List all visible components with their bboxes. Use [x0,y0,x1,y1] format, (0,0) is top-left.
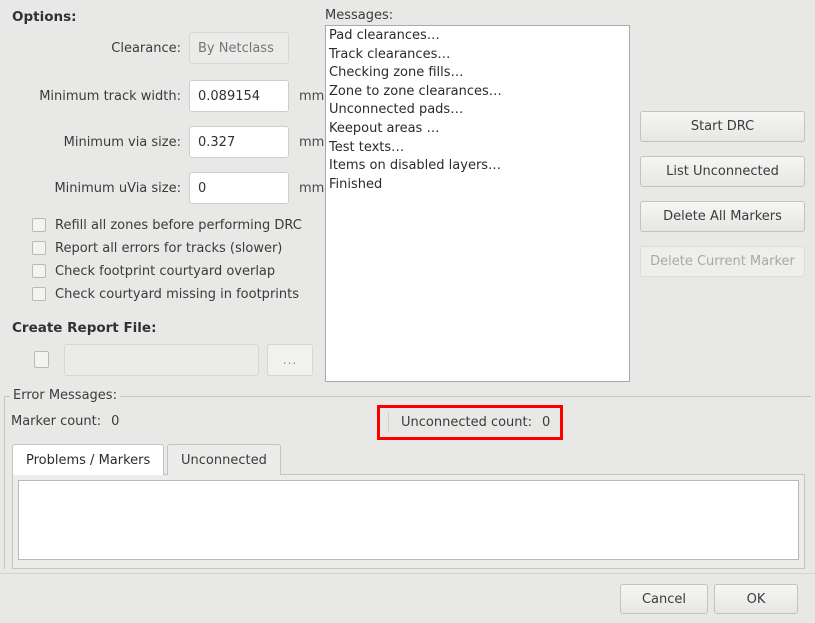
message-line: Track clearances… [329,46,451,62]
checkbox-courtyard-overlap-box[interactable] [32,264,46,278]
checkbox-refill-zones-label: Refill all zones before performing DRC [55,217,302,233]
clearance-input [189,32,289,64]
min-track-width-input[interactable] [189,80,289,112]
min-via-size-input[interactable] [189,126,289,158]
min-via-size-unit: mm [299,134,325,150]
error-messages-group-label: Error Messages: [10,388,120,403]
tab-problems-markers-label: Problems / Markers [26,452,151,468]
checkbox-courtyard-missing-box[interactable] [32,287,46,301]
checkbox-courtyard-missing[interactable]: Check courtyard missing in footprints [32,284,299,304]
min-via-size-label: Minimum via size: [63,134,181,150]
min-track-width-unit: mm [299,88,325,104]
checkbox-report-all-errors[interactable]: Report all errors for tracks (slower) [32,238,282,258]
checkbox-courtyard-overlap[interactable]: Check footprint courtyard overlap [32,261,275,281]
message-line: Zone to zone clearances… [329,83,502,99]
ellipsis-icon: ... [282,353,298,367]
list-unconnected-button-label: List Unconnected [666,164,779,179]
delete-current-marker-button: Delete Current Marker [640,246,805,277]
message-line: Finished [329,176,383,192]
marker-count-label: Marker count: [11,414,102,429]
marker-count-value: 0 [111,414,120,429]
tab-panel [12,474,805,569]
marker-count: Marker count: 0 [11,414,119,429]
message-line: Test texts… [329,139,405,155]
bottom-separator [0,573,815,574]
cancel-button[interactable]: Cancel [620,584,708,614]
unconnected-count-value: 0 [542,415,551,430]
checkbox-refill-zones[interactable]: Refill all zones before performing DRC [32,215,302,235]
start-drc-button[interactable]: Start DRC [640,111,805,142]
unconnected-count: Unconnected count: 0 [388,411,550,434]
delete-current-marker-button-label: Delete Current Marker [650,254,795,269]
min-via-size-row: Minimum via size: mm [0,126,330,158]
options-heading: Options: [12,9,77,25]
create-report-file-checkbox[interactable] [34,351,49,368]
vertical-separator [388,412,389,433]
checkbox-courtyard-missing-label: Check courtyard missing in footprints [55,286,300,302]
checkbox-refill-zones-box[interactable] [32,218,46,232]
error-messages-tabstrip: Problems / Markers Unconnected [12,444,805,475]
cancel-button-label: Cancel [641,591,687,607]
start-drc-button-label: Start DRC [690,119,755,134]
problems-markers-listview[interactable] [18,480,799,560]
report-file-path-input [64,344,259,376]
delete-all-markers-button-label: Delete All Markers [663,209,782,224]
tab-unconnected[interactable]: Unconnected [167,444,281,475]
messages-listbox[interactable]: Pad clearances… Track clearances… Checki… [325,25,630,382]
checkbox-report-all-errors-box[interactable] [32,241,46,255]
message-line: Pad clearances… [329,28,440,43]
unconnected-count-label: Unconnected count: [401,415,533,430]
tab-unconnected-label: Unconnected [181,452,267,468]
browse-report-file-button[interactable]: ... [267,344,313,376]
min-uvia-size-label: Minimum uVia size: [54,180,181,196]
message-line: Unconnected pads… [329,102,464,118]
list-unconnected-button[interactable]: List Unconnected [640,156,805,187]
delete-all-markers-button[interactable]: Delete All Markers [640,201,805,232]
message-line: Keepout areas … [329,120,440,136]
message-line: Checking zone fills… [329,65,464,81]
ok-button[interactable]: OK [714,584,798,614]
checkbox-courtyard-overlap-label: Check footprint courtyard overlap [55,263,276,279]
min-track-width-label: Minimum track width: [39,88,181,104]
create-report-file-heading: Create Report File: [12,320,157,336]
messages-label: Messages: [325,8,394,23]
min-uvia-size-unit: mm [299,180,325,196]
ok-button-label: OK [746,591,766,607]
min-track-width-row: Minimum track width: mm [0,80,330,112]
tab-problems-markers[interactable]: Problems / Markers [12,444,165,475]
message-line: Items on disabled layers… [329,158,502,174]
min-uvia-size-input[interactable] [189,172,289,204]
min-uvia-size-row: Minimum uVia size: mm [0,172,330,204]
clearance-row: Clearance: [0,32,320,64]
checkbox-report-all-errors-label: Report all errors for tracks (slower) [55,240,283,256]
clearance-label: Clearance: [111,40,181,56]
